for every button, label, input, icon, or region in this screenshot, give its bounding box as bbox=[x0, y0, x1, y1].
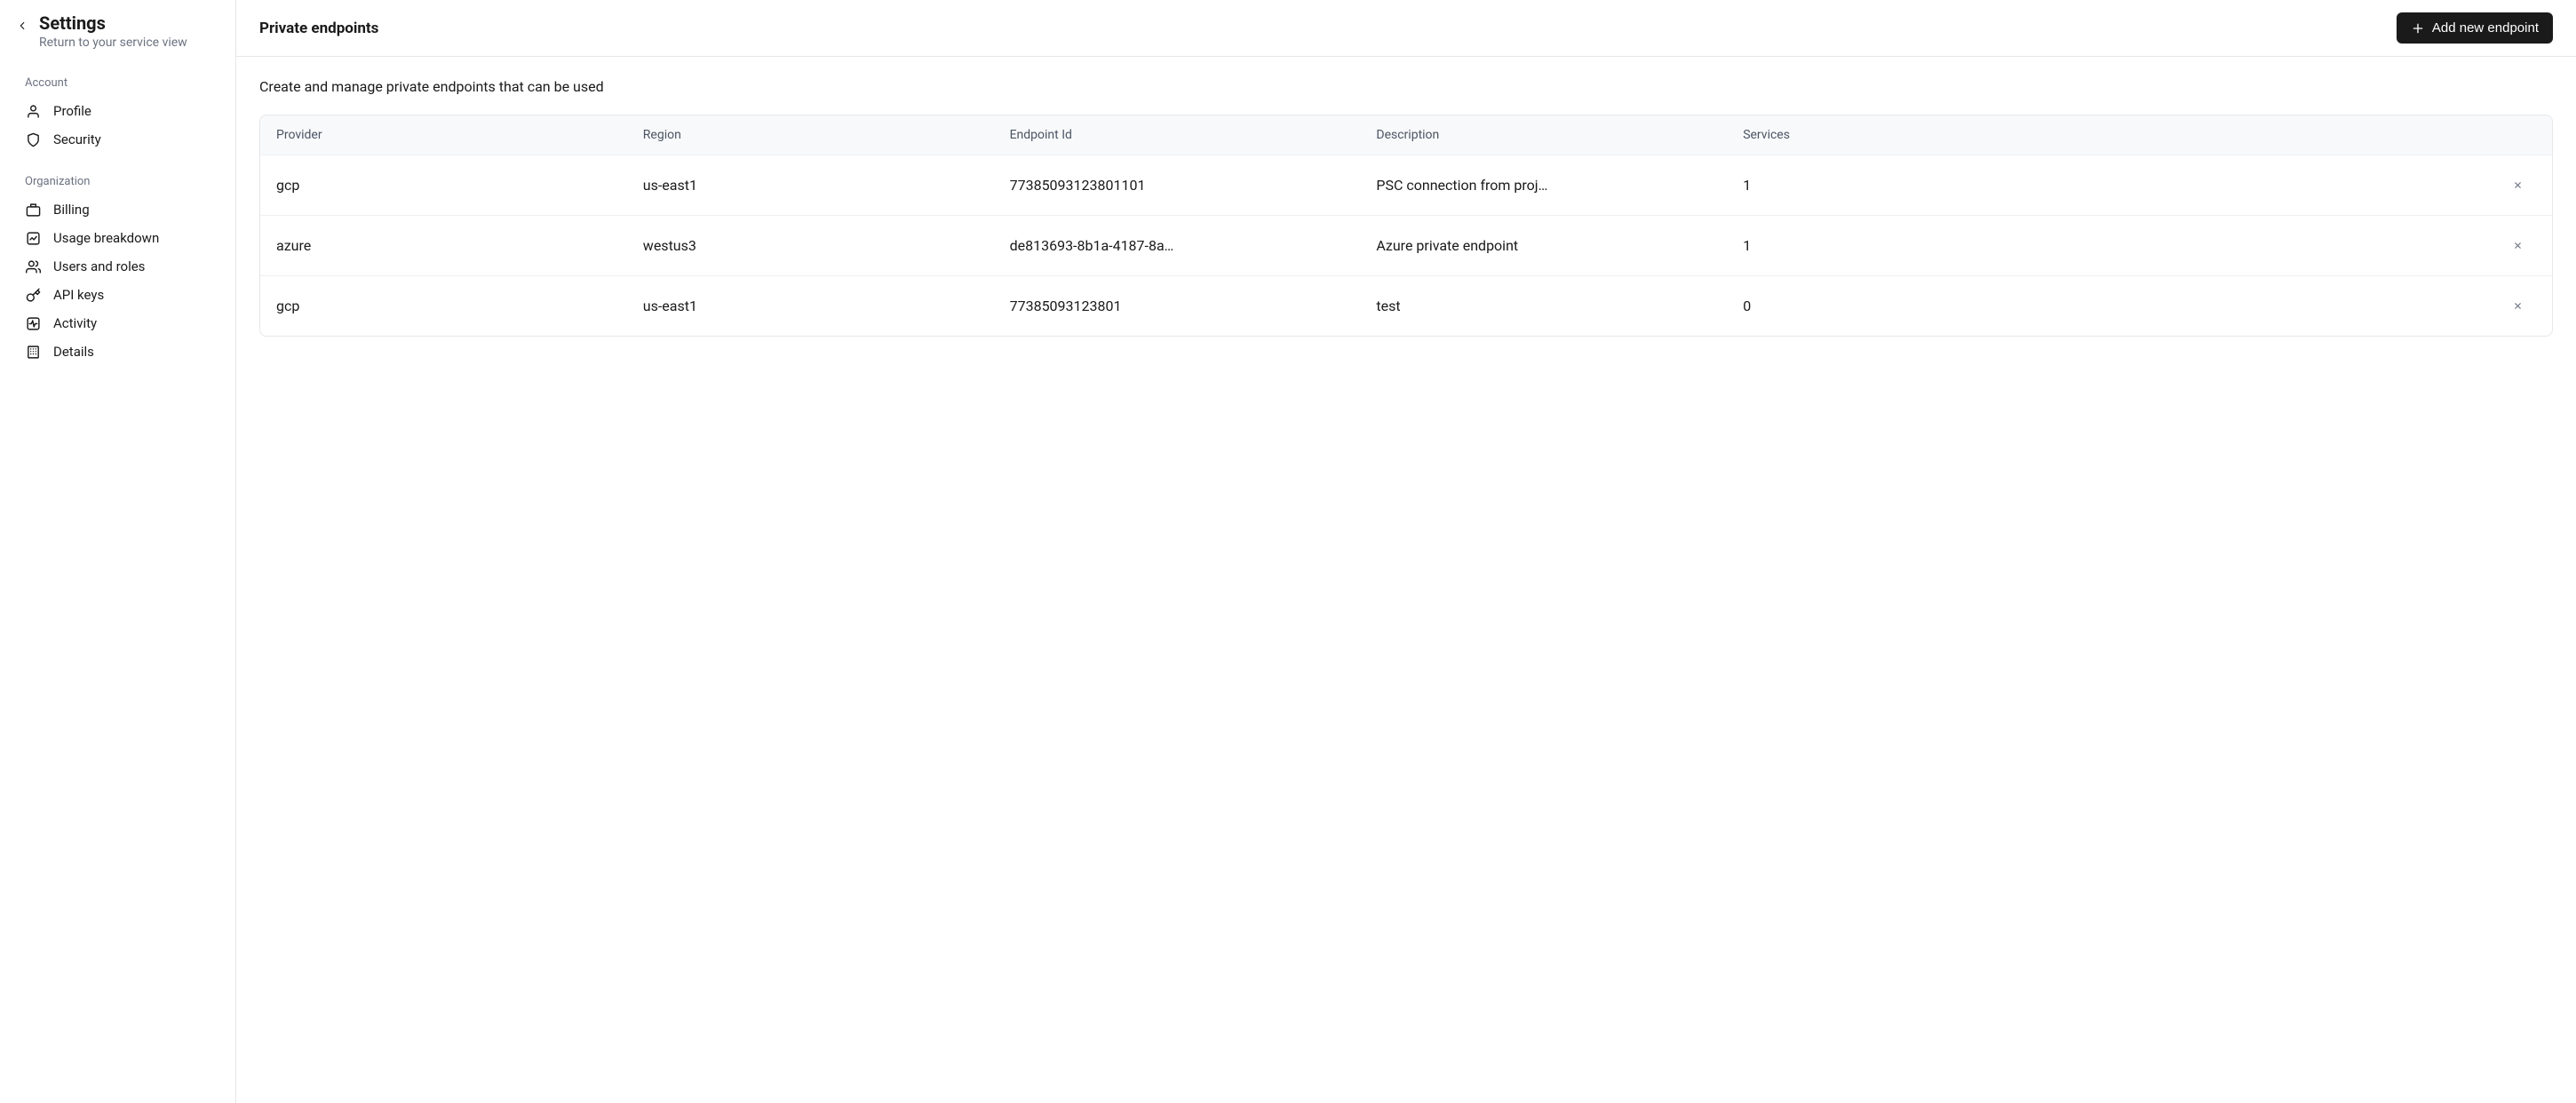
cell-services: 0 bbox=[1727, 276, 2047, 337]
sidebar-section-account: Account Profile Security bbox=[0, 67, 235, 154]
table-row: azure westus3 de813693-8b1a-4187-8a… Azu… bbox=[260, 216, 2552, 276]
sidebar-item-usage[interactable]: Usage breakdown bbox=[0, 224, 235, 252]
plus-icon bbox=[2411, 21, 2425, 36]
sidebar: Settings Return to your service view Acc… bbox=[0, 0, 236, 1103]
sidebar-item-label: Profile bbox=[53, 103, 91, 119]
sidebar-section-organization: Organization Billing Usage breakdown Use… bbox=[0, 166, 235, 366]
sidebar-section-label: Account bbox=[0, 67, 235, 97]
close-icon bbox=[2513, 241, 2523, 250]
activity-icon bbox=[25, 315, 41, 331]
sidebar-item-label: Details bbox=[53, 344, 94, 360]
cell-provider: gcp bbox=[260, 276, 627, 337]
close-icon bbox=[2513, 301, 2523, 311]
th-services: Services bbox=[1727, 115, 2047, 155]
cell-endpoint-id: 77385093123801101 bbox=[994, 155, 1361, 216]
cell-region: us-east1 bbox=[627, 276, 994, 337]
cell-endpoint-id: 77385093123801 bbox=[994, 276, 1361, 337]
page-description: Create and manage private endpoints that… bbox=[259, 78, 2553, 95]
sidebar-header: Settings Return to your service view bbox=[0, 12, 235, 67]
delete-row-button[interactable] bbox=[2509, 238, 2525, 254]
sidebar-item-profile[interactable]: Profile bbox=[0, 97, 235, 125]
th-region: Region bbox=[627, 115, 994, 155]
users-icon bbox=[25, 258, 41, 274]
page-title: Private endpoints bbox=[259, 20, 378, 37]
sidebar-item-label: API keys bbox=[53, 287, 104, 303]
sidebar-item-security[interactable]: Security bbox=[0, 125, 235, 154]
table-row: gcp us-east1 77385093123801 test 0 bbox=[260, 276, 2552, 337]
shield-icon bbox=[25, 131, 41, 147]
add-endpoint-button[interactable]: Add new endpoint bbox=[2397, 12, 2553, 44]
cell-region: us-east1 bbox=[627, 155, 994, 216]
chevron-left-icon bbox=[16, 20, 28, 32]
sidebar-item-users[interactable]: Users and roles bbox=[0, 252, 235, 281]
sidebar-item-label: Activity bbox=[53, 315, 97, 331]
th-provider: Provider bbox=[260, 115, 627, 155]
user-icon bbox=[25, 103, 41, 119]
close-icon bbox=[2513, 180, 2523, 190]
back-button[interactable] bbox=[14, 18, 30, 34]
chart-icon bbox=[25, 230, 41, 246]
building-icon bbox=[25, 344, 41, 360]
key-icon bbox=[25, 287, 41, 303]
cell-services: 1 bbox=[1727, 155, 2047, 216]
cell-endpoint-id: de813693-8b1a-4187-8a… bbox=[994, 216, 1361, 276]
th-endpoint-id: Endpoint Id bbox=[994, 115, 1361, 155]
cell-description: Azure private endpoint bbox=[1360, 216, 1727, 276]
sidebar-item-label: Usage breakdown bbox=[53, 230, 159, 246]
delete-row-button[interactable] bbox=[2509, 298, 2525, 314]
main-header: Private endpoints Add new endpoint bbox=[236, 0, 2576, 57]
cell-description: test bbox=[1360, 276, 1727, 337]
cell-provider: gcp bbox=[260, 155, 627, 216]
sidebar-item-api-keys[interactable]: API keys bbox=[0, 281, 235, 309]
sidebar-title: Settings bbox=[39, 12, 187, 34]
cell-description: PSC connection from proj… bbox=[1360, 155, 1727, 216]
cell-services: 1 bbox=[1727, 216, 2047, 276]
main-body: Create and manage private endpoints that… bbox=[236, 57, 2576, 358]
table-row: gcp us-east1 77385093123801101 PSC conne… bbox=[260, 155, 2552, 216]
sidebar-item-activity[interactable]: Activity bbox=[0, 309, 235, 337]
delete-row-button[interactable] bbox=[2509, 178, 2525, 194]
th-description: Description bbox=[1360, 115, 1727, 155]
credit-card-icon bbox=[25, 202, 41, 218]
endpoints-table: Provider Region Endpoint Id Description … bbox=[259, 115, 2553, 337]
sidebar-item-label: Users and roles bbox=[53, 258, 145, 274]
sidebar-section-label: Organization bbox=[0, 166, 235, 195]
sidebar-item-label: Billing bbox=[53, 202, 90, 218]
main: Private endpoints Add new endpoint Creat… bbox=[236, 0, 2576, 1103]
cell-provider: azure bbox=[260, 216, 627, 276]
sidebar-item-details[interactable]: Details bbox=[0, 337, 235, 366]
add-endpoint-button-label: Add new endpoint bbox=[2432, 20, 2539, 36]
cell-region: westus3 bbox=[627, 216, 994, 276]
sidebar-item-label: Security bbox=[53, 131, 101, 147]
th-action bbox=[2047, 115, 2552, 155]
sidebar-item-billing[interactable]: Billing bbox=[0, 195, 235, 224]
sidebar-subtitle[interactable]: Return to your service view bbox=[39, 36, 187, 50]
